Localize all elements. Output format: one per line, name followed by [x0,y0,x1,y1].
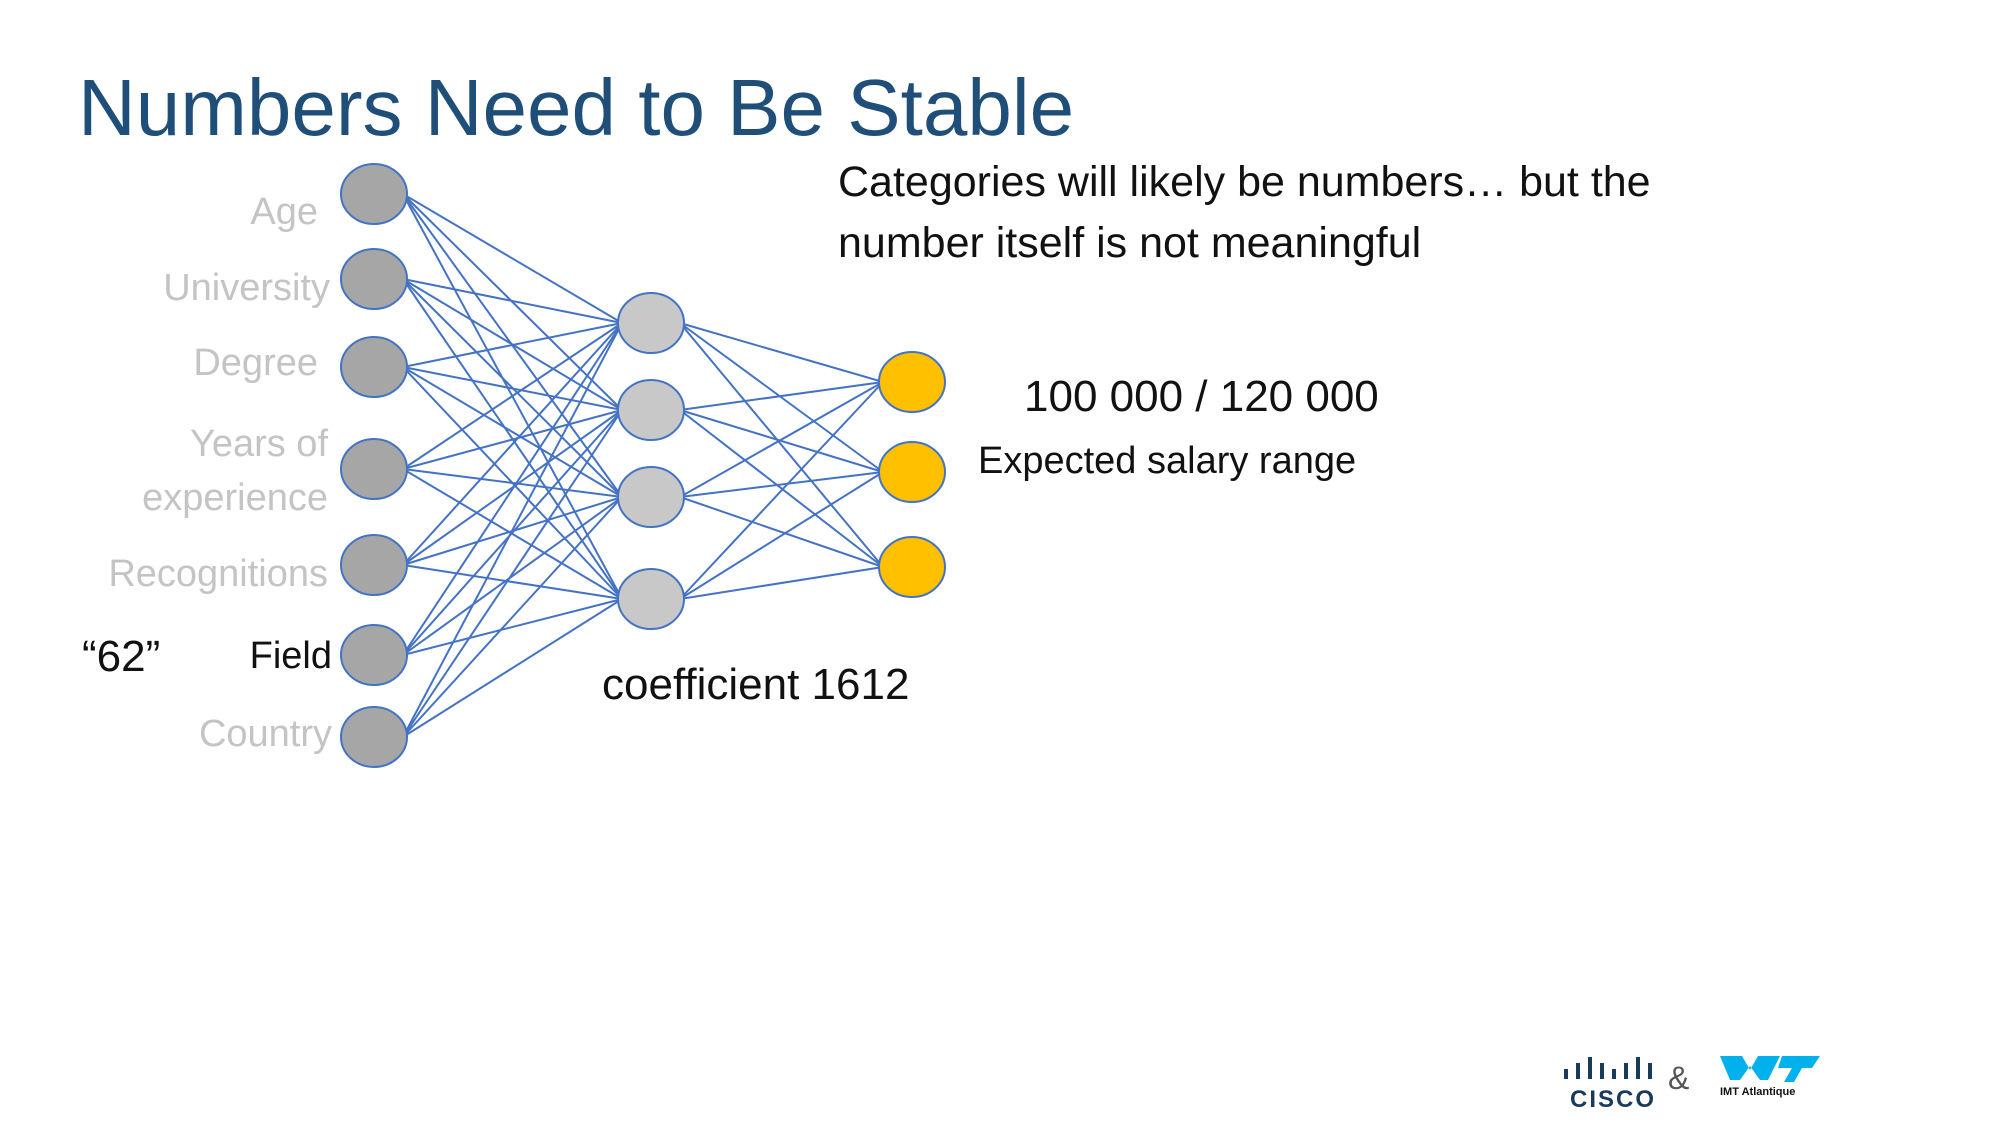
edge-l0-6-1 [402,409,623,738]
edge-l0-1-0 [402,278,623,324]
edge-l1-1-2 [679,409,884,568]
edge-l1-1-0 [679,381,884,411]
edge-l0-0-0 [402,193,623,324]
input-node-7 [340,706,408,768]
edge-l0-3-2 [402,468,623,498]
output-node-3 [878,536,946,598]
input-node-4 [340,438,408,500]
imt-atlantique-logo [1720,1056,1820,1089]
edge-l1-3-2 [679,566,884,600]
edge-l1-2-1 [679,471,884,498]
edge-l1-1-1 [679,409,884,473]
hidden-node-2 [617,379,685,441]
hidden-node-1 [617,292,685,354]
input-node-1 [340,163,408,225]
hidden-node-4 [617,568,685,630]
cisco-wordmark: CISCO [1570,1086,1657,1113]
edge-l1-0-1 [679,322,884,473]
output-node-1 [878,351,946,413]
input-node-3 [340,336,408,398]
edge-l1-0-0 [679,322,884,383]
hidden-node-3 [617,466,685,528]
output-node-2 [878,441,946,503]
input-node-6 [340,624,408,686]
network-edges [402,193,884,738]
edge-l1-2-2 [679,496,884,568]
input-node-2 [340,248,408,310]
edge-l0-5-2 [402,496,623,656]
edge-l1-0-2 [679,322,884,568]
network-nodes [340,163,946,768]
neural-network-diagram [340,163,946,768]
edge-l1-2-0 [679,381,884,498]
edge-l0-5-3 [402,598,623,656]
imt-logo-icon [1720,1056,1820,1082]
imt-atlantique-name: IMT Atlantique [1720,1086,1796,1098]
footer-ampersand: & [1668,1060,1690,1096]
cisco-bars-icon [1564,1057,1652,1079]
cisco-logo [1562,1055,1658,1090]
edge-l0-4-3 [402,564,623,600]
input-node-5 [340,534,408,596]
